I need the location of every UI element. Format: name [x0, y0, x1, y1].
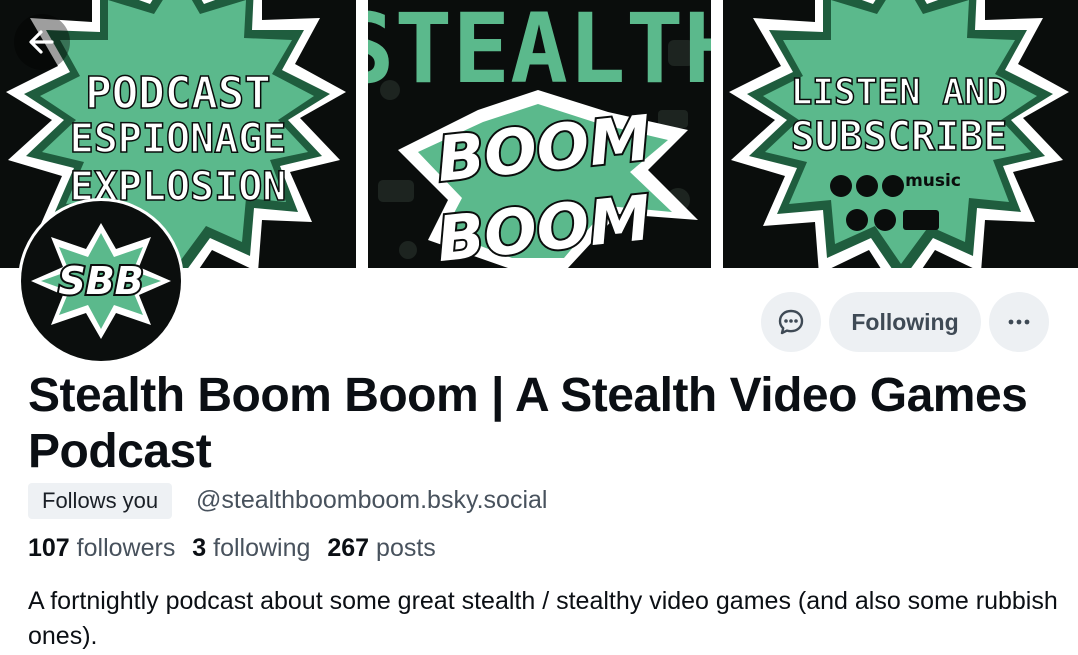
arrow-left-icon: [29, 30, 54, 54]
avatar-initials: SBB: [58, 259, 143, 303]
more-options-button[interactable]: [989, 292, 1049, 352]
follows-you-badge: Follows you: [28, 483, 173, 519]
following-button[interactable]: Following: [829, 292, 981, 352]
profile-display-name: Stealth Boom Boom | A Stealth Video Game…: [28, 369, 1028, 478]
followers-count: 107: [28, 534, 70, 562]
followers-label: followers: [76, 534, 176, 562]
banner-panel-middle: STEALTH BOOM BOOM: [368, 0, 711, 268]
chat-bubble-icon: [778, 309, 804, 335]
banner-panel-right: LISTEN AND SUBSCRIBE music: [723, 0, 1078, 268]
profile-stats: 107 followers 3 following 267 posts: [28, 532, 436, 564]
posts-label: posts: [376, 534, 436, 562]
music-label: music: [905, 171, 961, 191]
back-button[interactable]: [14, 14, 70, 70]
banner-left-line-1: PODCAST: [85, 68, 270, 119]
posts-stat: 267 posts: [327, 534, 435, 562]
banner-right-line-1: LISTEN AND: [791, 72, 1008, 113]
ellipsis-icon: [1008, 319, 1030, 325]
banner-right-line-2: SUBSCRIBE: [791, 114, 1008, 160]
banner-left-line-2: ESPIONAGE: [70, 116, 287, 162]
banner-middle-top-word: STEALTH: [368, 0, 711, 105]
following-label: following: [213, 534, 311, 562]
avatar[interactable]: SBB: [18, 198, 184, 364]
profile-bio: A fortnightly podcast about some great s…: [28, 587, 1058, 650]
following-stat[interactable]: 3 following: [192, 534, 310, 562]
followers-stat[interactable]: 107 followers: [28, 534, 175, 562]
message-button[interactable]: [761, 292, 821, 352]
posts-count: 267: [327, 534, 370, 562]
following-count: 3: [192, 534, 207, 562]
profile-handle: @stealthboomboom.bsky.social: [196, 486, 548, 514]
